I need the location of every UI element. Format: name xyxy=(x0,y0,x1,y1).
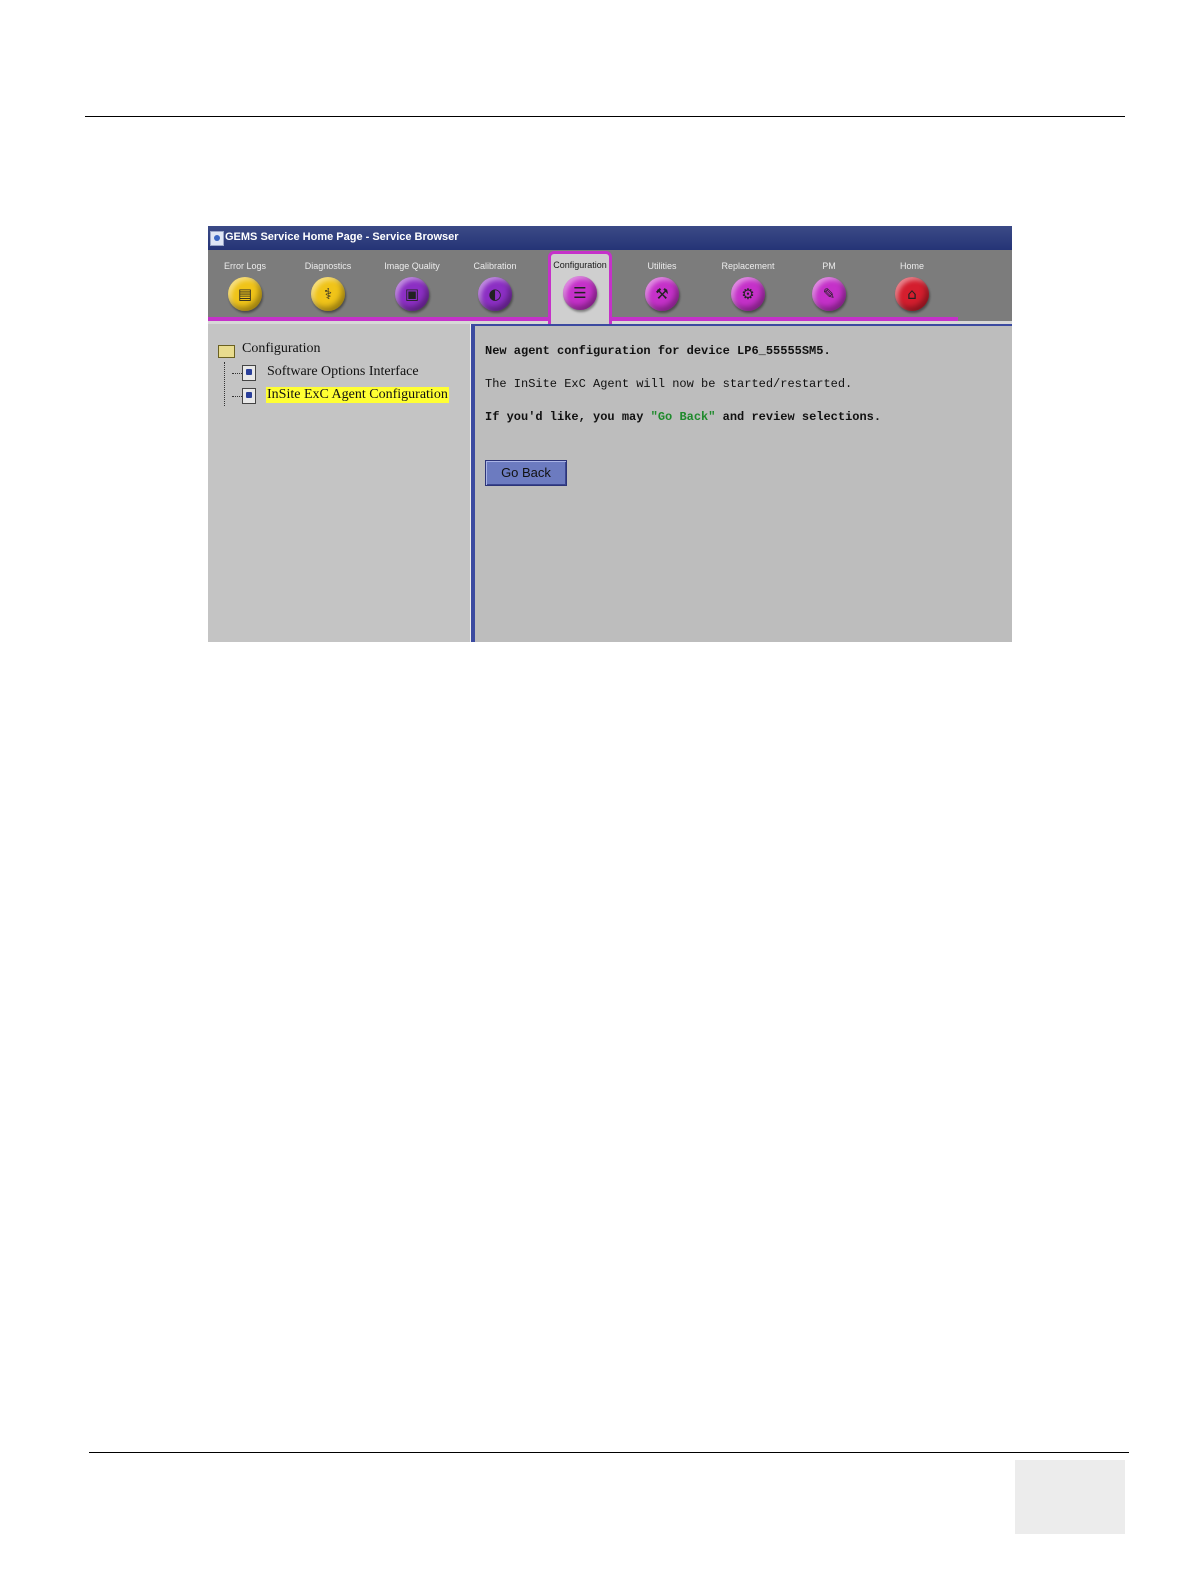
tab-pm[interactable]: PM ✎ xyxy=(789,253,869,319)
page-number-box xyxy=(1015,1460,1125,1534)
error-logs-icon[interactable]: ▤ xyxy=(228,277,262,311)
service-browser-window: GEMS Service Home Page - Service Browser… xyxy=(208,226,1012,642)
image-quality-glyph: ▣ xyxy=(404,285,420,303)
home-icon[interactable]: ⌂ xyxy=(895,277,929,311)
utilities-icon[interactable]: ⚒ xyxy=(645,277,679,311)
utilities-glyph: ⚒ xyxy=(655,285,669,303)
message-line-3-prefix: If you'd like, you may xyxy=(485,410,651,424)
header-rule xyxy=(85,116,1125,117)
tab-home[interactable]: Home ⌂ xyxy=(872,253,952,319)
tab-label: Utilities xyxy=(647,261,677,271)
page-icon xyxy=(242,365,256,381)
home-glyph: ⌂ xyxy=(907,285,917,303)
message-line-2: The InSite ExC Agent will now be started… xyxy=(485,377,853,391)
calibration-glyph: ◐ xyxy=(488,285,502,303)
content-panel: New agent configuration for device LP6_5… xyxy=(475,324,1012,642)
tab-label: Image Quality xyxy=(384,261,440,271)
tab-replacement[interactable]: Replacement ⚙ xyxy=(708,253,788,319)
page-icon xyxy=(242,388,256,404)
configuration-glyph: ☰ xyxy=(573,284,587,302)
tree-branch-line xyxy=(232,373,242,375)
pm-icon[interactable]: ✎ xyxy=(812,277,846,311)
tree-vertical-line xyxy=(224,362,226,406)
tree-root-label: Configuration xyxy=(242,341,321,356)
stethoscope-glyph: ⚕ xyxy=(323,285,333,303)
calibration-icon[interactable]: ◐ xyxy=(478,277,512,311)
tab-image-quality[interactable]: Image Quality ▣ xyxy=(372,253,452,319)
tree-item-label-selected: InSite ExC Agent Configuration xyxy=(266,387,449,403)
window-title: GEMS Service Home Page - Service Browser xyxy=(225,231,459,243)
error-logs-glyph: ▤ xyxy=(237,285,253,303)
tab-label: Diagnostics xyxy=(304,261,352,271)
go-back-button[interactable]: Go Back xyxy=(485,460,567,486)
image-quality-icon[interactable]: ▣ xyxy=(395,277,429,311)
tree-item-label: Software Options Interface xyxy=(267,364,419,379)
message-line-3-suffix: and review selections. xyxy=(715,410,882,424)
stethoscope-icon[interactable]: ⚕ xyxy=(311,277,345,311)
tab-diagnostics[interactable]: Diagnostics ⚕ xyxy=(288,253,368,319)
title-bar: GEMS Service Home Page - Service Browser xyxy=(208,226,1012,250)
tab-configuration[interactable]: Configuration ☰ xyxy=(548,251,612,324)
message-line-3: If you'd like, you may "Go Back" and rev… xyxy=(485,410,881,424)
tab-calibration[interactable]: Calibration ◐ xyxy=(455,253,535,319)
tab-label: Home xyxy=(899,261,924,271)
navigation-tree-panel: Configuration Software Options Interface… xyxy=(208,324,470,642)
tab-label: Replacement xyxy=(721,261,775,271)
tree-branch-line xyxy=(232,396,242,398)
folder-icon xyxy=(218,345,235,358)
tab-label: Calibration xyxy=(473,261,517,271)
tab-label: Error Logs xyxy=(223,261,267,271)
tab-label: PM xyxy=(822,261,836,271)
tab-utilities[interactable]: Utilities ⚒ xyxy=(622,253,702,319)
configuration-icon[interactable]: ☰ xyxy=(563,276,597,310)
tab-label: Configuration xyxy=(553,260,607,270)
replacement-icon[interactable]: ⚙ xyxy=(731,277,765,311)
tab-error-logs[interactable]: Error Logs ▤ xyxy=(208,253,285,319)
replacement-glyph: ⚙ xyxy=(741,285,755,303)
message-line-1: New agent configuration for device LP6_5… xyxy=(485,344,831,358)
go-back-link-text: "Go Back" xyxy=(650,410,716,424)
pm-glyph: ✎ xyxy=(822,285,836,303)
footer-rule xyxy=(89,1452,1129,1453)
app-icon xyxy=(210,231,224,246)
